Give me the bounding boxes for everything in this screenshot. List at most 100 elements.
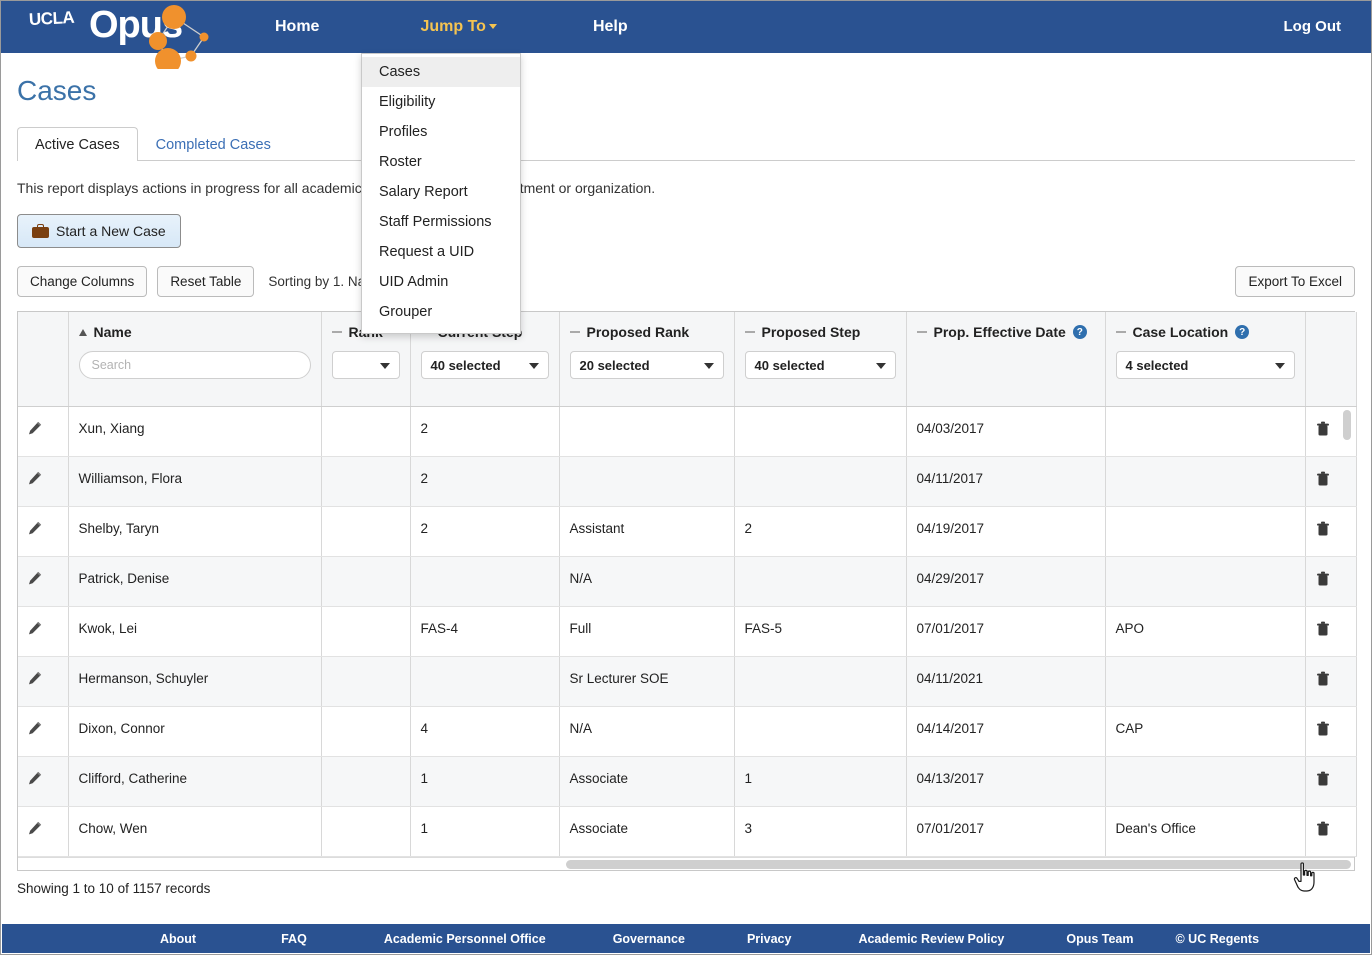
opus-logo[interactable]: UCLA Opus [1, 1, 231, 69]
edit-row-button[interactable] [18, 656, 69, 707]
menu-item-eligibility[interactable]: Eligibility [362, 87, 520, 117]
footer-link-faq[interactable]: FAQ [281, 932, 307, 946]
edit-row-button[interactable] [18, 506, 69, 557]
trash-icon[interactable] [1316, 421, 1330, 440]
menu-item-uid-admin[interactable]: UID Admin [362, 267, 520, 297]
horizontal-scrollbar-thumb[interactable] [566, 859, 1351, 869]
table-row[interactable]: Hermanson, Schuyler Sr Lecturer SOE 04/11/… [18, 656, 1357, 707]
pencil-icon[interactable] [28, 571, 42, 588]
table-row[interactable]: Shelby, Taryn 2 Assistant 2 04/19/2017 [18, 506, 1357, 557]
trash-icon[interactable] [1316, 821, 1330, 840]
menu-item-profiles[interactable]: Profiles [362, 117, 520, 147]
nav-log-out[interactable]: Log Out [1284, 1, 1341, 53]
table-row[interactable]: Kwok, Lei FAS-4 Full FAS-5 07/01/2017 APO [18, 606, 1357, 657]
delete-row-button[interactable] [1305, 756, 1357, 807]
pencil-icon[interactable] [28, 421, 42, 438]
menu-item-grouper[interactable]: Grouper [362, 297, 520, 327]
help-icon[interactable]: ? [1072, 325, 1087, 339]
table-row[interactable]: Chow, Wen 1 Associate 3 07/01/2017 Dean's Off… [18, 806, 1357, 857]
start-new-case-button[interactable]: Start a New Case [17, 214, 181, 248]
delete-row-button[interactable] [1305, 606, 1357, 657]
column-header-prop-effective-date[interactable]: Prop. Effective Date ? [906, 312, 1106, 407]
drag-handle-icon[interactable] [331, 331, 342, 333]
filter-select-proposed-rank[interactable]: 20 selected [569, 351, 724, 379]
cell-rank [321, 806, 411, 857]
nav-jump-to[interactable]: Jump To [406, 1, 510, 53]
column-header-case-location[interactable]: Case Location ? 4 selected [1105, 312, 1306, 407]
cell-case-location [1105, 456, 1306, 507]
delete-row-button[interactable] [1305, 806, 1357, 857]
table-row[interactable]: Dixon, Connor 4 N/A 04/14/2017 CAP [18, 706, 1357, 757]
filter-select-proposed-step[interactable]: 40 selected [744, 351, 896, 379]
delete-row-button[interactable] [1305, 706, 1357, 757]
export-to-excel-button[interactable]: Export To Excel [1235, 266, 1355, 297]
nav-home[interactable]: Home [261, 1, 333, 53]
delete-row-button[interactable] [1305, 656, 1357, 707]
menu-item-request-a-uid[interactable]: Request a UID [362, 237, 520, 267]
trash-icon[interactable] [1316, 621, 1330, 640]
footer-link-academic-personnel-office[interactable]: Academic Personnel Office [384, 932, 546, 946]
edit-row-button[interactable] [18, 456, 69, 507]
footer-link-academic-review-policy[interactable]: Academic Review Policy [858, 932, 1004, 946]
delete-row-button[interactable] [1305, 506, 1357, 557]
search-input-name[interactable] [78, 351, 311, 379]
trash-icon[interactable] [1316, 771, 1330, 790]
filter-value-case-location: 4 selected [1125, 357, 1189, 373]
reset-table-button[interactable]: Reset Table [157, 266, 255, 297]
column-header-proposed-rank[interactable]: Proposed Rank 20 selected [559, 312, 735, 407]
help-icon[interactable]: ? [1235, 325, 1250, 339]
footer-link-privacy[interactable]: Privacy [747, 932, 791, 946]
start-new-case-label: Start a New Case [56, 223, 166, 239]
trash-icon[interactable] [1316, 721, 1330, 740]
pencil-icon[interactable] [28, 771, 42, 788]
pencil-icon[interactable] [28, 821, 42, 838]
table-header-row: Name Rank [18, 312, 1357, 407]
edit-row-button[interactable] [18, 556, 69, 607]
pencil-icon[interactable] [28, 721, 42, 738]
table-row[interactable]: Williamson, Flora 2 04/11/2017 [18, 456, 1357, 507]
chevron-down-icon [703, 363, 714, 369]
edit-row-button[interactable] [18, 706, 69, 757]
edit-row-button[interactable] [18, 756, 69, 807]
drag-handle-icon[interactable] [744, 331, 755, 333]
nav-help[interactable]: Help [579, 1, 642, 53]
trash-icon[interactable] [1316, 571, 1330, 590]
edit-row-button[interactable] [18, 806, 69, 857]
vertical-scrollbar-thumb[interactable] [1343, 410, 1351, 440]
filter-select-current-step[interactable]: 40 selected [420, 351, 549, 379]
pencil-icon[interactable] [28, 621, 42, 638]
footer-link-about[interactable]: About [160, 932, 196, 946]
delete-row-button[interactable] [1305, 456, 1357, 507]
column-header-proposed-step[interactable]: Proposed Step 40 selected [734, 312, 907, 407]
column-header-name[interactable]: Name [68, 312, 322, 407]
drag-handle-icon[interactable] [916, 331, 927, 333]
trash-icon[interactable] [1316, 471, 1330, 490]
footer-copyright: © UC Regents [1175, 931, 1260, 946]
horizontal-scrollbar[interactable] [18, 856, 1354, 870]
drag-handle-icon[interactable] [569, 331, 580, 333]
drag-handle-icon[interactable] [1115, 331, 1126, 333]
footer-link-governance[interactable]: Governance [613, 932, 685, 946]
pencil-icon[interactable] [28, 471, 42, 488]
tab-completed-cases[interactable]: Completed Cases [138, 127, 289, 161]
edit-row-button[interactable] [18, 406, 69, 457]
trash-icon[interactable] [1316, 521, 1330, 540]
filter-select-rank[interactable] [331, 351, 400, 379]
pencil-icon[interactable] [28, 521, 42, 538]
table-row[interactable]: Xun, Xiang 2 04/03/2017 [18, 406, 1357, 457]
footer-link-opus-team[interactable]: Opus Team [1066, 932, 1133, 946]
tab-active-cases[interactable]: Active Cases [17, 127, 138, 161]
menu-item-cases[interactable]: Cases [362, 57, 520, 87]
change-columns-button[interactable]: Change Columns [17, 266, 148, 297]
menu-item-staff-permissions[interactable]: Staff Permissions [362, 207, 520, 237]
table-row[interactable]: Clifford, Catherine 1 Associate 1 04/13/2017 [18, 756, 1357, 807]
trash-icon[interactable] [1316, 671, 1330, 690]
filter-select-case-location[interactable]: 4 selected [1115, 351, 1295, 379]
edit-row-button[interactable] [18, 606, 69, 657]
menu-item-roster[interactable]: Roster [362, 147, 520, 177]
pencil-icon[interactable] [28, 671, 42, 688]
table-row[interactable]: Patrick, Denise N/A 04/29/2017 [18, 556, 1357, 607]
menu-item-salary-report[interactable]: Salary Report [362, 177, 520, 207]
delete-row-button[interactable] [1305, 556, 1357, 607]
sort-ascending-icon[interactable] [78, 328, 87, 336]
